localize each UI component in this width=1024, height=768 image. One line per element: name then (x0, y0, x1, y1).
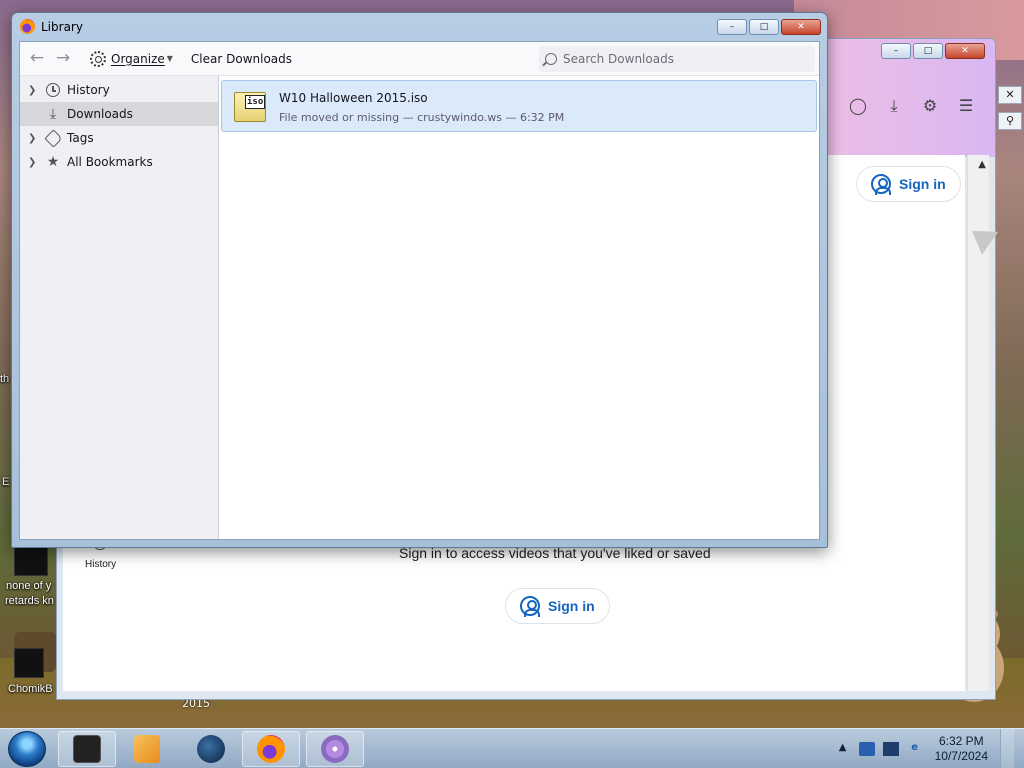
sidebar-item-label: Downloads (67, 107, 133, 121)
taskbar: ▲ e 6:32 PM 10/7/2024 (0, 728, 1024, 768)
taskbar-item-terminal[interactable] (58, 731, 116, 767)
library-sidebar: ❯ History ⤓ Downloads ❯ Tags ❯ ★ All Boo… (20, 76, 219, 539)
search-icon (545, 53, 557, 65)
sidebar-item-label: Tags (67, 131, 94, 145)
download-file-name: W10 Halloween 2015.iso (279, 91, 428, 105)
close-button[interactable]: ✕ (945, 43, 985, 59)
media-player-icon (134, 735, 160, 763)
download-item[interactable]: iso W10 Halloween 2015.iso File moved or… (221, 80, 817, 132)
network-icon[interactable] (882, 742, 899, 756)
terminal-icon (73, 735, 101, 763)
star-icon: ★ (46, 154, 60, 170)
downloads-list: iso W10 Halloween 2015.iso File moved or… (219, 76, 999, 539)
organize-label: Organize (111, 51, 165, 66)
clear-downloads-button[interactable]: Clear Downloads (185, 46, 298, 72)
maximize-button[interactable]: □ (913, 43, 943, 59)
history-nav-label[interactable]: History (85, 559, 116, 570)
scroll-up-arrow-icon[interactable]: ▲ (978, 159, 986, 170)
library-body: ← → Organize ▼ Clear Downloads ❯ History… (19, 41, 999, 540)
download-status: File moved or missing — crustywindo.ws —… (279, 111, 565, 124)
desktop-icon-label[interactable]: retards kn (5, 594, 54, 609)
user-icon (871, 174, 891, 195)
globe-icon (197, 735, 225, 763)
disc-icon (321, 735, 349, 763)
sidebar-item-all-bookmarks[interactable]: ❯ ★ All Bookmarks (20, 150, 218, 174)
sidebar-item-tags[interactable]: ❯ Tags (20, 126, 218, 150)
sign-in-button[interactable]: Sign in (505, 588, 610, 624)
library-window: Library – □ ✕ ← → Organize ▼ Clear Downl… (11, 12, 999, 548)
clock-date: 10/7/2024 (934, 749, 988, 763)
expand-arrow-icon[interactable]: ❯ (28, 85, 44, 96)
file-type-label: iso (245, 95, 266, 109)
side-close-icon[interactable]: ✕ (998, 86, 1022, 104)
iso-file-icon: iso (234, 92, 266, 122)
organize-button[interactable]: Organize ▼ (84, 46, 179, 72)
search-input[interactable] (563, 52, 793, 66)
window-title: Library (41, 19, 83, 34)
side-search-icon[interactable]: ⚲ (998, 112, 1022, 130)
taskbar-item-dvd[interactable] (306, 731, 364, 767)
show-desktop-button[interactable] (1000, 729, 1014, 768)
browser-toolbar-icons: ◯ ⤓ ⚙ ☰ (849, 97, 975, 115)
chevron-down-icon: ▼ (166, 54, 173, 63)
window-controls: – □ ✕ (881, 43, 985, 59)
download-icon[interactable]: ⤓ (885, 97, 903, 115)
user-icon (520, 596, 540, 617)
desktop-icon-label[interactable]: none of y (6, 579, 51, 594)
maximize-button[interactable]: □ (749, 19, 779, 35)
taskbar-item-media-player[interactable] (118, 731, 176, 767)
taskbar-item-firefox[interactable] (242, 731, 300, 767)
pocket-icon[interactable]: ◯ (849, 97, 867, 115)
sidebar-item-history[interactable]: ❯ History (20, 78, 218, 102)
taskbar-item-globe[interactable] (182, 731, 240, 767)
library-toolbar: ← → Organize ▼ Clear Downloads (20, 42, 819, 76)
menu-icon[interactable]: ☰ (957, 97, 975, 115)
expand-arrow-icon[interactable]: ❯ (28, 133, 44, 144)
firefox-logo-icon (20, 19, 35, 34)
minimize-button[interactable]: – (717, 19, 747, 35)
ie-icon[interactable]: e (907, 742, 923, 756)
desktop-icon-label[interactable]: ChomikB (8, 682, 53, 697)
firefox-icon (257, 735, 285, 763)
desktop-edge-text: th (0, 373, 10, 385)
sidebar-item-downloads[interactable]: ⤓ Downloads (20, 102, 218, 126)
back-button[interactable]: ← (26, 48, 48, 70)
clock-icon (44, 82, 62, 98)
forward-button[interactable]: → (52, 48, 74, 70)
taskbar-clock[interactable]: 6:32 PM 10/7/2024 (931, 734, 992, 764)
sign-in-label: Sign in (548, 598, 595, 614)
minimize-button[interactable]: – (881, 43, 911, 59)
sign-in-label: Sign in (899, 176, 946, 192)
tray-app-icon[interactable] (858, 742, 875, 756)
start-button[interactable] (8, 731, 46, 767)
expand-arrow-icon[interactable]: ❯ (28, 157, 44, 168)
download-icon: ⤓ (49, 106, 57, 122)
tray-expand-icon[interactable]: ▲ (835, 742, 851, 756)
window-title-bar[interactable]: Library (20, 19, 83, 34)
system-tray: ▲ e 6:32 PM 10/7/2024 (835, 729, 1024, 768)
extensions-icon[interactable]: ⚙ (921, 97, 939, 115)
gear-icon (90, 50, 106, 67)
desktop-icon[interactable] (14, 648, 44, 678)
window-controls: – □ ✕ (717, 19, 821, 35)
search-field[interactable] (539, 46, 815, 72)
close-button[interactable]: ✕ (781, 19, 821, 35)
sidebar-item-label: All Bookmarks (67, 155, 153, 169)
sidebar-item-label: History (67, 83, 110, 97)
desktop-edge-text: E (2, 476, 10, 488)
clock-time: 6:32 PM (938, 734, 984, 748)
tag-icon (43, 128, 63, 148)
sign-in-button-header[interactable]: Sign in (856, 166, 961, 202)
